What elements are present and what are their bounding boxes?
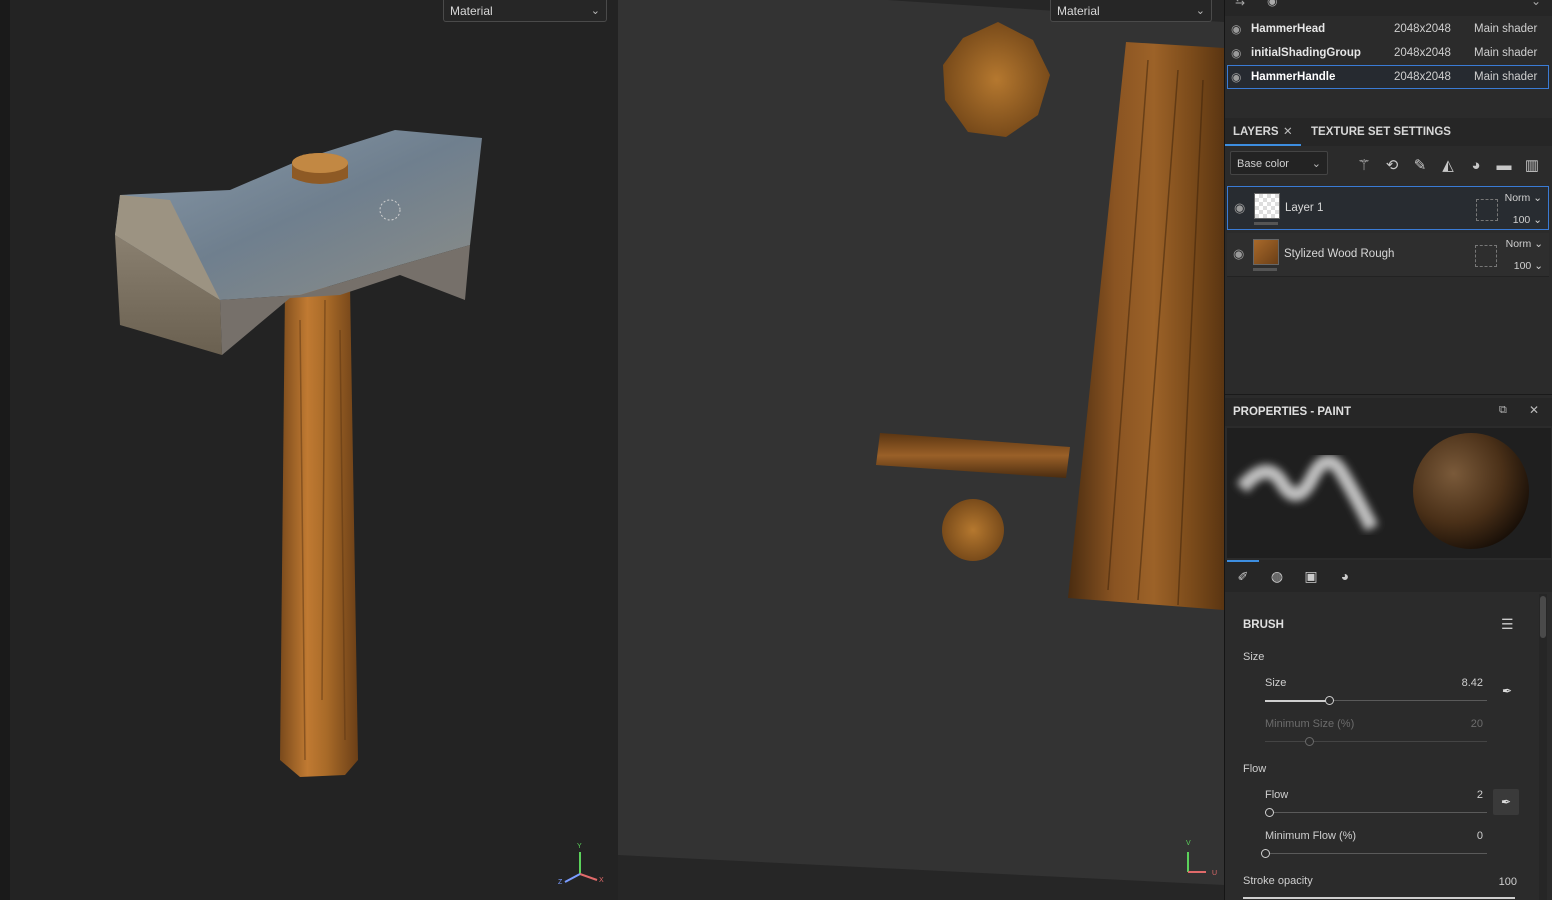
axis-u-label: U	[1212, 870, 1218, 877]
smart-material-icon[interactable]: ◕	[1467, 157, 1485, 175]
scrollbar-thumb[interactable]	[1540, 596, 1546, 638]
uv-layout[interactable]	[618, 0, 1224, 900]
stroke-preview	[1236, 433, 1529, 549]
channel-select[interactable]: Base color ⌄	[1230, 151, 1328, 175]
size-value[interactable]: 8.42	[1425, 677, 1483, 689]
folder-icon[interactable]: ▬	[1495, 157, 1513, 175]
close-icon[interactable]: ✕	[1529, 403, 1539, 417]
brush-section-title: BRUSH	[1243, 619, 1284, 631]
chevron-down-icon: ⌄	[590, 5, 600, 17]
close-icon[interactable]: ✕	[1283, 118, 1293, 146]
preset-menu-icon[interactable]: ☰	[1501, 616, 1514, 633]
stroke-opacity-slider[interactable]	[1243, 897, 1515, 899]
layer-thumbnail	[1254, 193, 1280, 219]
properties-header: PROPERTIES - PAINT ⧉ ✕	[1225, 398, 1552, 426]
size-slider-fill	[1265, 700, 1330, 702]
eye-icon[interactable]: ◉	[1231, 42, 1241, 64]
layers-toolbar: Base color ⌄ ⚚ ⟲ ✎ ◭ ◕ ▬ ▥	[1225, 148, 1552, 182]
axis-gizmo-3d	[564, 852, 598, 883]
axis-y-label: Y	[577, 843, 582, 850]
min-size-value: 20	[1470, 718, 1483, 730]
stroke-opacity-label: Stroke opacity	[1243, 875, 1313, 887]
alpha-tab-icon[interactable]: ◍	[1261, 560, 1293, 592]
min-size-label: Minimum Size (%)	[1265, 718, 1355, 730]
opacity-field[interactable]: 100 ⌄	[1513, 214, 1542, 226]
flow-label: Flow	[1265, 789, 1289, 801]
texture-set-row[interactable]: ◉ HammerHead 2048x2048 Main shader	[1227, 18, 1549, 40]
hammer-handle	[280, 285, 358, 777]
layer-mask-slot[interactable]	[1475, 245, 1497, 267]
chevron-down-icon: ⌄	[1311, 158, 1321, 170]
min-flow-label: Minimum Flow (%)	[1265, 830, 1357, 842]
tab-texture-set-settings[interactable]: TEXTURE SET SETTINGS	[1311, 118, 1451, 146]
properties-tabbar: ✐ ◍ ▣ ◕	[1225, 560, 1552, 592]
maximize-icon[interactable]: ⧉	[1499, 404, 1507, 417]
eye-icon[interactable]: ◉	[1231, 18, 1241, 40]
viewport-2d[interactable]: Material ⌄ V U	[618, 0, 1224, 900]
material-sphere-preview	[1413, 433, 1529, 549]
hammer-3d-model[interactable]	[0, 0, 618, 900]
size-group-label: Size	[1243, 651, 1265, 663]
right-panel: ⇆ ◉ ⌄ ◉ HammerHead 2048x2048 Main shader…	[1224, 0, 1552, 900]
size-label: Size	[1265, 677, 1287, 689]
flow-slider[interactable]	[1265, 812, 1487, 813]
layer-row[interactable]: ◉ Stylized Wood Rough Norm ⌄ 100 ⌄	[1227, 233, 1549, 277]
min-flow-value[interactable]: 0	[1425, 830, 1483, 842]
pen-pressure-icon[interactable]: ✒	[1494, 678, 1520, 704]
eye-icon[interactable]: ◉	[1231, 66, 1241, 88]
blend-mode-select[interactable]: Norm ⌄	[1505, 192, 1542, 204]
stencil-tab-icon[interactable]: ▣	[1295, 560, 1327, 592]
layers-tabbar: LAYERS ✕ TEXTURE SET SETTINGS	[1225, 118, 1552, 146]
size-slider-handle[interactable]	[1325, 696, 1335, 705]
uv-island-top-cap	[943, 22, 1050, 137]
render-mode-select-2d[interactable]: Material ⌄	[1050, 0, 1212, 22]
blend-mode-select[interactable]: Norm ⌄	[1506, 238, 1543, 250]
tab-layers[interactable]: LAYERS ✕	[1225, 118, 1301, 146]
eye-icon[interactable]: ◉	[1233, 246, 1244, 262]
min-flow-slider-handle[interactable]	[1261, 849, 1270, 858]
axis-x-label: X	[599, 877, 604, 884]
render-mode-select-3d[interactable]: Material ⌄	[443, 0, 607, 22]
texture-set-row-selected[interactable]: ◉ HammerHandle 2048x2048 Main shader	[1227, 65, 1549, 89]
texture-set-header: ⇆ ◉ ⌄	[1225, 0, 1552, 16]
material-tab-icon[interactable]: ◕	[1329, 560, 1361, 592]
swap-icon[interactable]: ⇆	[1235, 0, 1245, 8]
uv-island-strip	[876, 433, 1070, 478]
trash-icon[interactable]: ▥	[1523, 157, 1541, 175]
uv-island-bottom-cap	[942, 499, 1004, 561]
brush-preview	[1227, 428, 1551, 558]
min-size-slider	[1265, 741, 1487, 742]
axis-v-label: V	[1186, 840, 1191, 847]
paint-brush-icon[interactable]: ✎	[1411, 157, 1429, 175]
min-size-slider-handle	[1305, 737, 1315, 746]
pen-pressure-icon[interactable]: ✒	[1493, 789, 1519, 815]
viewport-3d[interactable]: Material ⌄ Y X Z	[0, 0, 618, 900]
fill-bucket-icon[interactable]: ◭	[1439, 157, 1457, 175]
flow-group-label: Flow	[1243, 763, 1267, 775]
chevron-down-icon: ⌄	[1195, 5, 1205, 17]
scrollbar[interactable]	[1539, 594, 1547, 900]
eye-icon[interactable]: ◉	[1234, 200, 1245, 216]
opacity-field[interactable]: 100 ⌄	[1514, 260, 1543, 272]
flow-value[interactable]: 2	[1425, 789, 1483, 801]
eye-icon[interactable]: ◉	[1267, 0, 1277, 8]
magic-wand-icon[interactable]: ⚚	[1355, 157, 1373, 175]
layer-row-selected[interactable]: ◉ Layer 1 Norm ⌄ 100 ⌄	[1227, 186, 1549, 230]
layer-thumbnail	[1253, 239, 1279, 265]
layer-mask-slot[interactable]	[1476, 199, 1498, 221]
flow-slider-handle[interactable]	[1265, 808, 1275, 817]
chevron-down-icon[interactable]: ⌄	[1531, 0, 1541, 8]
brush-tab-icon[interactable]: ✐	[1227, 560, 1259, 592]
stroke-opacity-value[interactable]: 100	[1459, 876, 1517, 888]
min-flow-slider[interactable]	[1265, 853, 1487, 854]
axis-z-label: Z	[558, 879, 563, 886]
texture-set-row[interactable]: ◉ initialShadingGroup 2048x2048 Main sha…	[1227, 42, 1549, 64]
add-effect-icon[interactable]: ⟲	[1383, 157, 1401, 175]
